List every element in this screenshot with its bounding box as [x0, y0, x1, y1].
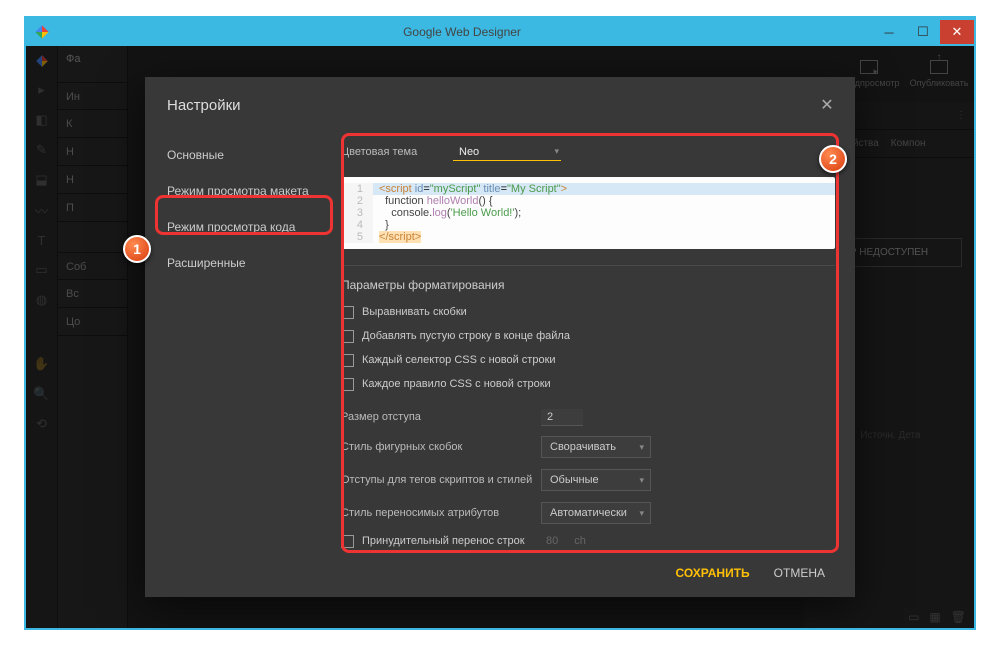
force-wrap-value: 80 [546, 535, 558, 547]
dialog-content: Цветовая тема Neo ▾ 1<script id="myScrip… [331, 133, 855, 549]
sidebar-item-layout-view[interactable]: Режим просмотра макета [145, 173, 331, 209]
force-wrap-label: Принудительный перенос строк [362, 534, 538, 548]
chevron-down-icon: ▾ [639, 508, 644, 519]
maximize-button[interactable]: ☐ [906, 20, 940, 44]
theme-label: Цветовая тема [341, 146, 453, 158]
code-preview: 1<script id="myScript" title="My Script"… [341, 177, 835, 249]
indent-label: Размер отступа [341, 411, 541, 423]
attr-wrap-select[interactable]: Автоматически▾ [541, 502, 651, 524]
minimize-button[interactable]: ─ [872, 20, 906, 44]
settings-dialog: Настройки ✕ Основные Режим просмотра мак… [145, 77, 855, 597]
app-shell: ▸ ◧ ✎ ⬓ 〰 T ▭ ◍ ✋ 🔍 ⟲ Фа Ин К Н Н П Соб … [26, 46, 974, 628]
app-logo-icon [32, 22, 52, 42]
script-indent-select[interactable]: Обычные▾ [541, 469, 651, 491]
dialog-overlay: Настройки ✕ Основные Режим просмотра мак… [26, 46, 974, 628]
align-brackets-checkbox[interactable] [341, 306, 354, 319]
callout-2: 2 [819, 145, 847, 173]
formatting-title: Параметры форматирования [341, 278, 835, 292]
brace-label: Стиль фигурных скобок [341, 441, 541, 453]
window-title: Google Web Designer [52, 25, 872, 39]
chevron-down-icon: ▾ [554, 146, 559, 157]
indent-input[interactable]: 2 [541, 409, 583, 426]
chevron-down-icon: ▾ [639, 475, 644, 486]
opt-css-sel: Каждый селектор CSS с новой строки [362, 354, 556, 366]
close-window-button[interactable]: ✕ [940, 20, 974, 44]
opt-css-rule: Каждое правило CSS с новой строки [362, 378, 551, 390]
opt-align: Выравнивать скобки [362, 306, 467, 318]
callout-1: 1 [123, 235, 151, 263]
window-frame: Google Web Designer ─ ☐ ✕ ▸ ◧ ✎ ⬓ 〰 T ▭ … [24, 16, 976, 630]
script-indent-label: Отступы для тегов скриптов и стилей [341, 473, 541, 487]
sidebar-item-code-view[interactable]: Режим просмотра кода [145, 209, 331, 245]
chevron-down-icon: ▾ [639, 442, 644, 453]
sidebar-item-advanced[interactable]: Расширенные [145, 245, 331, 281]
blank-line-checkbox[interactable] [341, 330, 354, 343]
theme-select[interactable]: Neo ▾ [453, 144, 561, 161]
dialog-sidebar: Основные Режим просмотра макета Режим пр… [145, 133, 331, 549]
force-wrap-checkbox[interactable] [341, 535, 354, 548]
force-wrap-unit: ch [574, 535, 586, 547]
attr-wrap-label: Стиль переносимых атрибутов [341, 507, 541, 519]
css-selector-newline-checkbox[interactable] [341, 354, 354, 367]
titlebar: Google Web Designer ─ ☐ ✕ [26, 18, 974, 46]
dialog-close-button[interactable]: ✕ [817, 95, 837, 115]
opt-blank: Добавлять пустую строку в конце файла [362, 330, 570, 342]
sidebar-item-general[interactable]: Основные [145, 137, 331, 173]
brace-select[interactable]: Сворачивать▾ [541, 436, 651, 458]
save-button[interactable]: СОХРАНИТЬ [676, 566, 750, 580]
cancel-button[interactable]: ОТМЕНА [774, 566, 825, 580]
dialog-title: Настройки [167, 97, 241, 114]
css-rule-newline-checkbox[interactable] [341, 378, 354, 391]
